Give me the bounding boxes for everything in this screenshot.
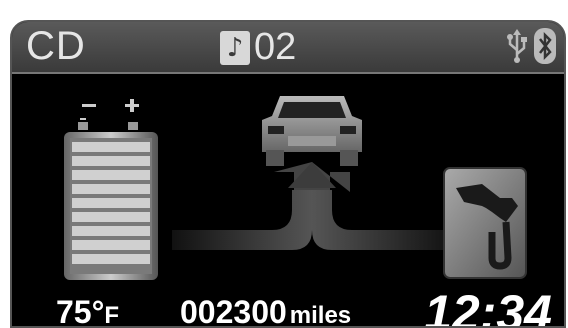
odometer-unit: miles [289, 302, 352, 328]
energy-flow-paths [172, 162, 452, 250]
odometer-value: 002300 [180, 294, 287, 328]
dashboard-display: CD ♪ 02 75°F 002300 miles 12:34 [10, 20, 566, 328]
fuel-pump-icon [443, 167, 527, 279]
vehicle-status-bar: 75°F 002300 miles 12:34 [12, 285, 564, 328]
temperature-unit: F [104, 302, 120, 328]
car-icon [262, 96, 362, 166]
temperature-value: 75° [56, 294, 105, 328]
clock: 12:34 [424, 285, 552, 328]
battery-icon [64, 99, 158, 280]
odometer: 002300 miles [180, 294, 352, 328]
power-flow-diagram [64, 96, 527, 280]
outside-temperature: 75°F [56, 294, 120, 328]
